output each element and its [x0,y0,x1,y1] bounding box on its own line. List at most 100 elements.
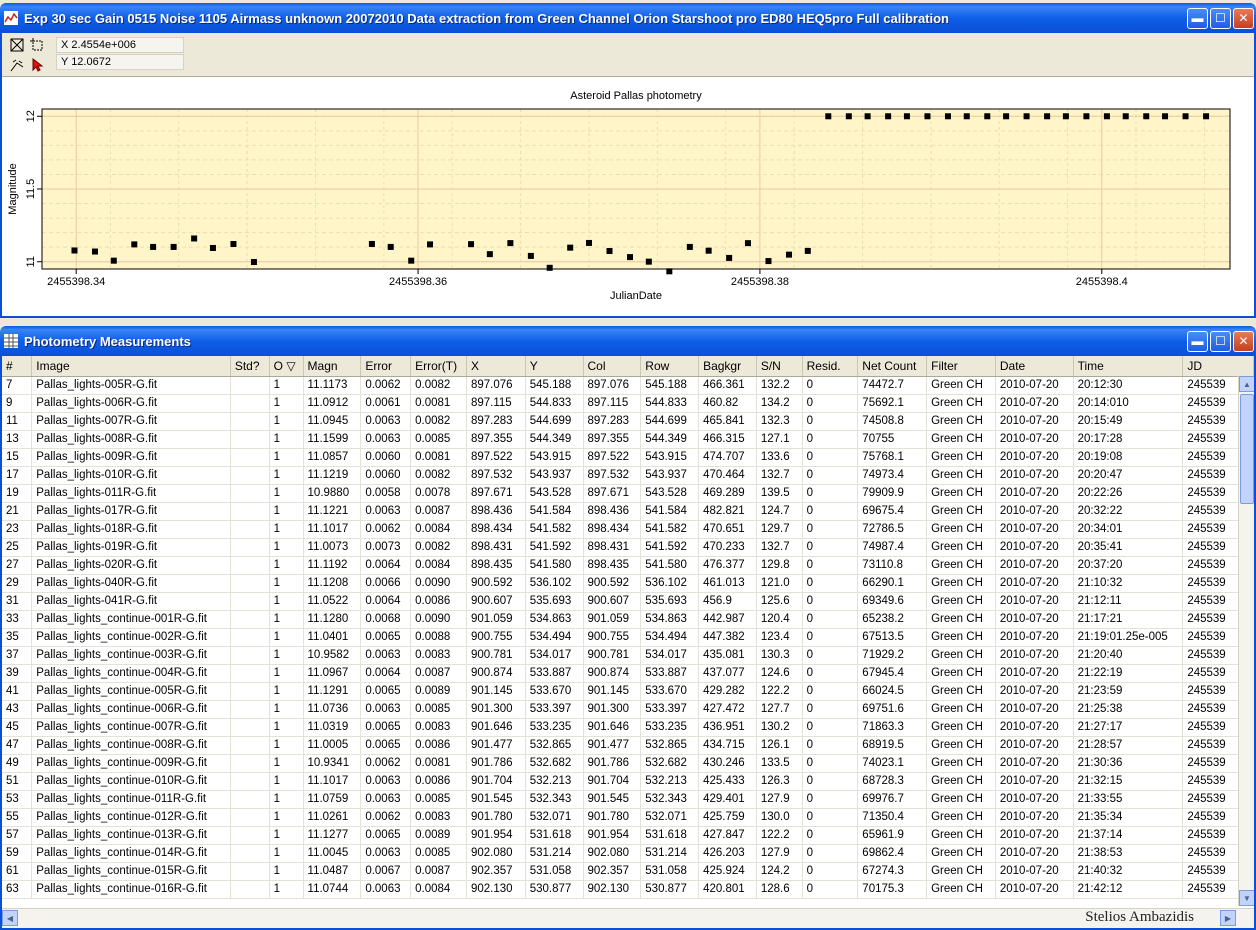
table-cell[interactable]: 533.235 [640,718,700,737]
table-cell[interactable]: 534.494 [640,628,700,647]
table-cell[interactable]: 49 [2,754,33,773]
table-cell[interactable]: 7 [2,376,33,395]
table-cell[interactable] [230,448,270,467]
column-header[interactable]: S/N [756,356,803,377]
table-cell[interactable]: 543.528 [640,484,700,503]
table-cell[interactable]: 2010-07-20 [995,466,1074,485]
table-cell[interactable]: 21:35:34 [1073,808,1184,827]
table-cell[interactable]: 1 [269,556,304,575]
table-cell[interactable]: Pallas_lights-020R-G.fit [31,556,231,575]
table-cell[interactable]: 11.1221 [303,502,362,521]
table-cell[interactable]: 0.0086 [410,592,467,611]
table-cell[interactable]: 0.0084 [410,520,467,539]
table-cell[interactable]: Pallas_lights-011R-G.fit [31,484,231,503]
table-cell[interactable]: 41 [2,682,33,701]
table-cell[interactable] [230,484,270,503]
table-cell[interactable]: 1 [269,844,304,863]
table-cell[interactable]: 897.522 [466,448,526,467]
table-cell[interactable]: Pallas_lights-041R-G.fit [31,592,231,611]
table-cell[interactable]: 545.188 [525,376,584,395]
table-cell[interactable]: 68728.3 [857,772,928,791]
table-cell[interactable]: Pallas_lights_continue-014R-G.fit [31,844,231,863]
table-cell[interactable]: 531.618 [525,826,584,845]
table-cell[interactable]: 0.0083 [410,808,467,827]
table-cell[interactable]: 426.203 [698,844,757,863]
table-cell[interactable]: 0.0082 [410,412,467,431]
table-cell[interactable]: 11.0759 [303,790,362,809]
table-cell[interactable] [230,502,270,521]
table-cell[interactable] [230,664,270,683]
table-cell[interactable]: 901.300 [583,700,642,719]
table-cell[interactable]: 533.670 [640,682,700,701]
table-cell[interactable]: 20:20:47 [1073,466,1184,485]
table-cell[interactable]: 898.431 [466,538,526,557]
table-cell[interactable] [230,646,270,665]
table-cell[interactable]: 533.887 [640,664,700,683]
table-cell[interactable]: 425.433 [698,772,757,791]
column-header[interactable]: Error [360,356,412,377]
table-cell[interactable]: 900.755 [466,628,526,647]
table-cell[interactable]: 65238.2 [857,610,928,629]
table-cell[interactable]: Green CH [926,844,996,863]
table-cell[interactable]: 11.0744 [303,880,362,899]
table-cell[interactable]: 532.071 [640,808,700,827]
table-cell[interactable]: 37 [2,646,33,665]
table-cell[interactable]: 132.3 [756,412,803,431]
column-header[interactable]: JD [1182,356,1254,377]
table-cell[interactable]: 122.2 [756,826,803,845]
table-cell[interactable]: 535.693 [525,592,584,611]
table-cell[interactable]: 132.2 [756,376,803,395]
table-cell[interactable]: 0.0078 [410,484,467,503]
table-cell[interactable]: 900.592 [583,574,642,593]
table-cell[interactable] [230,592,270,611]
table-cell[interactable]: 21 [2,502,33,521]
table-cell[interactable] [230,718,270,737]
table-cell[interactable]: 0.0081 [410,394,467,413]
table-cell[interactable]: Pallas_lights_continue-002R-G.fit [31,628,231,647]
table-cell[interactable]: 134.2 [756,394,803,413]
table-cell[interactable]: 531.058 [640,862,700,881]
table-cell[interactable] [230,880,270,899]
table-cell[interactable]: 11 [2,412,33,431]
table-cell[interactable]: 127.9 [756,844,803,863]
table-row[interactable]: 13 Pallas_lights-008R-G.fit 1 11.1599 0.0063… [2,430,1254,449]
vertical-scroll-thumb[interactable] [1240,394,1254,504]
table-cell[interactable]: Pallas_lights_continue-010R-G.fit [31,772,231,791]
table-cell[interactable]: 127.7 [756,700,803,719]
table-cell[interactable]: 2010-07-20 [995,448,1074,467]
table-cell[interactable] [230,862,270,881]
table-cell[interactable]: 0.0065 [360,628,412,647]
table-cell[interactable]: 25 [2,538,33,557]
table-cell[interactable]: 1 [269,790,304,809]
table-cell[interactable]: 0 [802,556,859,575]
table-cell[interactable]: 21:42:12 [1073,880,1184,899]
table-cell[interactable]: 0.0084 [410,556,467,575]
table-cell[interactable]: 79909.9 [857,484,928,503]
table-cell[interactable]: 420.801 [698,880,757,899]
table-cell[interactable]: Pallas_lights_continue-006R-G.fit [31,700,231,719]
table-cell[interactable]: 430.246 [698,754,757,773]
table-cell[interactable]: 534.017 [525,646,584,665]
table-cell[interactable]: 543.915 [525,448,584,467]
table-cell[interactable]: 0.0085 [410,790,467,809]
table-cell[interactable]: 2010-07-20 [995,628,1074,647]
table-cell[interactable]: Green CH [926,484,996,503]
table-cell[interactable]: 2010-07-20 [995,700,1074,719]
table-cell[interactable]: 51 [2,772,33,791]
table-cell[interactable]: Green CH [926,862,996,881]
table-cell[interactable]: 544.699 [525,412,584,431]
table-cell[interactable]: 429.282 [698,682,757,701]
table-cell[interactable]: 544.349 [640,430,700,449]
table-cell[interactable]: 534.863 [640,610,700,629]
table-cell[interactable]: 897.671 [583,484,642,503]
table-cell[interactable]: 0 [802,502,859,521]
table-cell[interactable]: 902.130 [583,880,642,899]
table-cell[interactable]: 1 [269,646,304,665]
table-cell[interactable]: Green CH [926,592,996,611]
table-cell[interactable]: 11.0736 [303,700,362,719]
table-cell[interactable]: 11.0487 [303,862,362,881]
table-cell[interactable]: 0.0089 [410,682,467,701]
table-cell[interactable]: 531.058 [525,862,584,881]
table-cell[interactable]: 29 [2,574,33,593]
table-cell[interactable]: 901.954 [466,826,526,845]
